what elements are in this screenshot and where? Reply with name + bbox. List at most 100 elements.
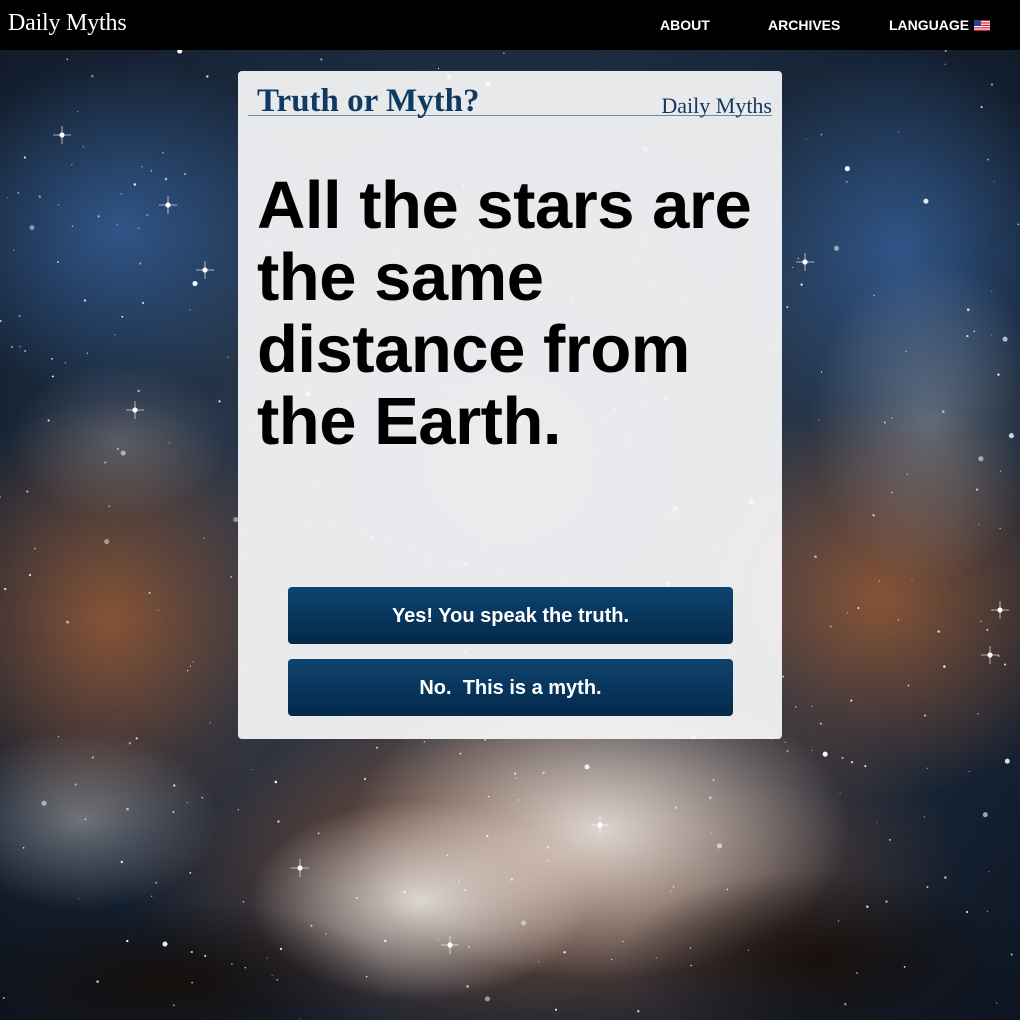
nav-about-link[interactable]: ABOUT xyxy=(660,17,710,33)
star xyxy=(856,972,858,974)
star xyxy=(670,890,672,893)
star xyxy=(990,83,994,86)
star xyxy=(26,490,29,493)
star xyxy=(190,950,193,954)
star xyxy=(885,900,888,903)
star xyxy=(2,996,5,1000)
truth-answer-button[interactable]: Yes! You speak the truth. xyxy=(288,587,733,644)
star xyxy=(120,193,122,195)
nav-archives-link[interactable]: ARCHIVES xyxy=(768,17,840,33)
star xyxy=(546,859,549,862)
star xyxy=(137,389,140,393)
star xyxy=(820,133,823,136)
bright-star-core xyxy=(597,822,603,828)
star xyxy=(554,1008,558,1011)
star xyxy=(271,975,273,977)
star xyxy=(822,751,828,757)
star xyxy=(905,350,907,353)
star xyxy=(944,49,947,53)
star xyxy=(192,660,195,663)
star xyxy=(942,410,945,413)
star xyxy=(486,835,489,838)
star xyxy=(28,573,32,577)
star xyxy=(266,957,268,959)
star xyxy=(325,933,327,935)
star xyxy=(726,888,729,891)
star xyxy=(82,146,84,148)
star xyxy=(24,349,27,353)
star xyxy=(1017,223,1020,226)
star xyxy=(201,796,204,799)
star xyxy=(10,345,14,349)
star xyxy=(365,975,368,978)
star xyxy=(276,978,279,981)
star xyxy=(192,281,198,287)
star xyxy=(135,737,138,740)
star xyxy=(709,796,712,800)
star xyxy=(839,792,841,794)
star xyxy=(151,895,153,897)
star xyxy=(980,106,983,108)
star xyxy=(355,896,359,900)
star xyxy=(845,181,848,183)
star xyxy=(29,225,35,231)
star xyxy=(943,665,946,668)
star xyxy=(227,356,229,358)
star xyxy=(57,204,60,206)
star xyxy=(889,839,891,841)
star xyxy=(978,456,984,462)
star xyxy=(923,816,925,818)
star xyxy=(186,802,188,804)
star xyxy=(966,334,969,338)
star xyxy=(437,938,439,940)
star xyxy=(844,166,850,172)
star xyxy=(833,245,840,251)
bright-star-core xyxy=(165,202,171,208)
bright-star-core xyxy=(297,865,303,871)
star xyxy=(173,784,176,787)
star xyxy=(466,985,469,988)
star xyxy=(206,75,209,78)
star xyxy=(991,334,993,336)
star xyxy=(503,52,505,54)
star xyxy=(66,620,69,624)
star xyxy=(1010,953,1013,956)
nav-language-menu[interactable]: LANGUAGE xyxy=(889,17,991,33)
star xyxy=(22,847,25,849)
star xyxy=(458,880,460,883)
star xyxy=(133,183,137,186)
star xyxy=(71,225,74,227)
star xyxy=(977,713,979,715)
star xyxy=(891,417,893,419)
star xyxy=(204,954,207,957)
star xyxy=(56,260,59,263)
star xyxy=(150,170,153,172)
star xyxy=(906,473,909,476)
star xyxy=(96,980,99,983)
myth-answer-button[interactable]: No. This is a myth. xyxy=(288,659,733,716)
star xyxy=(126,939,129,943)
site-logo[interactable]: Daily Myths xyxy=(8,9,127,37)
star xyxy=(1002,336,1008,342)
star xyxy=(164,177,168,181)
star xyxy=(423,740,426,743)
star xyxy=(980,620,982,623)
star xyxy=(189,309,191,311)
bright-star-core xyxy=(447,942,453,948)
bright-star-core xyxy=(59,132,65,138)
star xyxy=(923,714,927,717)
star xyxy=(883,421,886,424)
star xyxy=(784,741,786,744)
star xyxy=(47,419,50,422)
star xyxy=(795,706,797,708)
star xyxy=(987,158,990,161)
star xyxy=(1000,470,1002,472)
star xyxy=(86,352,88,354)
star xyxy=(23,156,27,159)
star xyxy=(108,505,111,508)
star xyxy=(64,362,67,364)
star xyxy=(104,461,107,464)
star xyxy=(716,843,723,849)
star xyxy=(83,299,87,302)
star xyxy=(907,684,910,687)
